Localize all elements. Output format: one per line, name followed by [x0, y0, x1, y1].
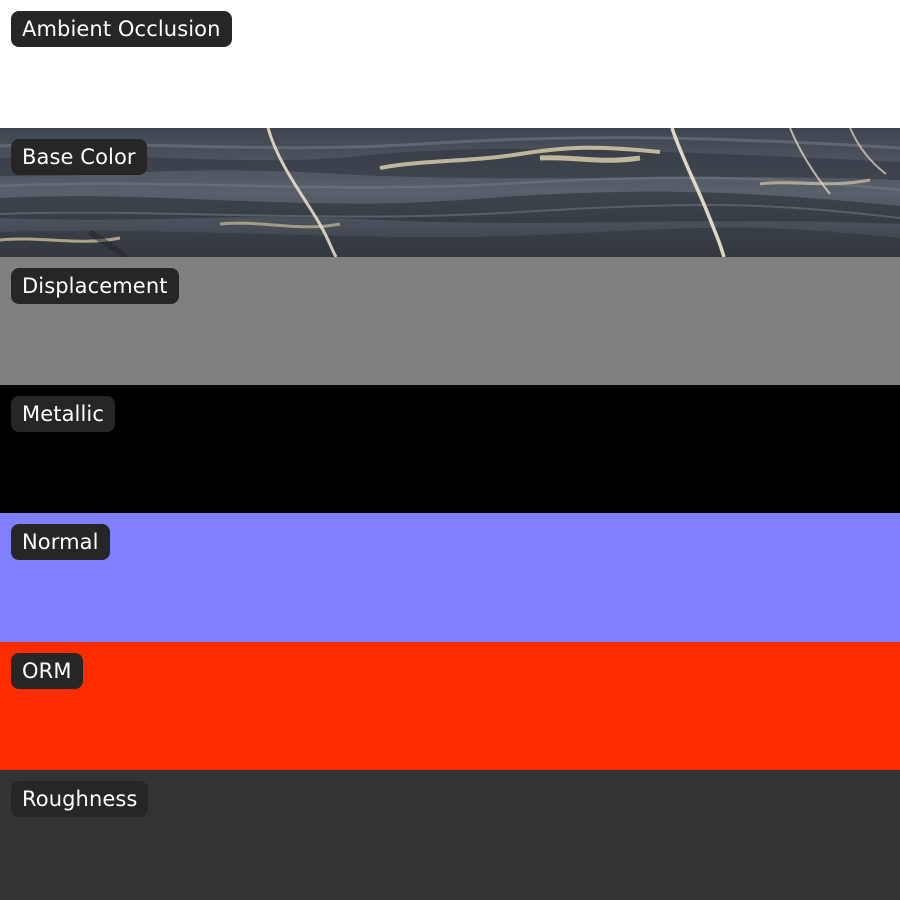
- map-label-ambient-occlusion: Ambient Occlusion: [11, 11, 232, 47]
- map-strip-base-color: Base Color: [0, 128, 900, 257]
- map-strip-metallic: Metallic: [0, 385, 900, 513]
- map-label-base-color: Base Color: [11, 139, 147, 175]
- map-strip-roughness: Roughness: [0, 770, 900, 900]
- map-label-roughness: Roughness: [11, 781, 149, 817]
- map-strip-ambient-occlusion: Ambient Occlusion: [0, 0, 900, 128]
- texture-map-sheet: Ambient Occlusion Base Color Displacemen…: [0, 0, 900, 900]
- map-label-displacement: Displacement: [11, 268, 179, 304]
- map-label-normal: Normal: [11, 524, 110, 560]
- normal-swatch: [0, 513, 900, 642]
- map-label-metallic: Metallic: [11, 396, 115, 432]
- map-strip-displacement: Displacement: [0, 257, 900, 385]
- map-strip-orm: ORM: [0, 642, 900, 770]
- orm-swatch: [0, 642, 900, 770]
- metallic-swatch: [0, 385, 900, 513]
- map-label-orm: ORM: [11, 653, 83, 689]
- map-strip-normal: Normal: [0, 513, 900, 642]
